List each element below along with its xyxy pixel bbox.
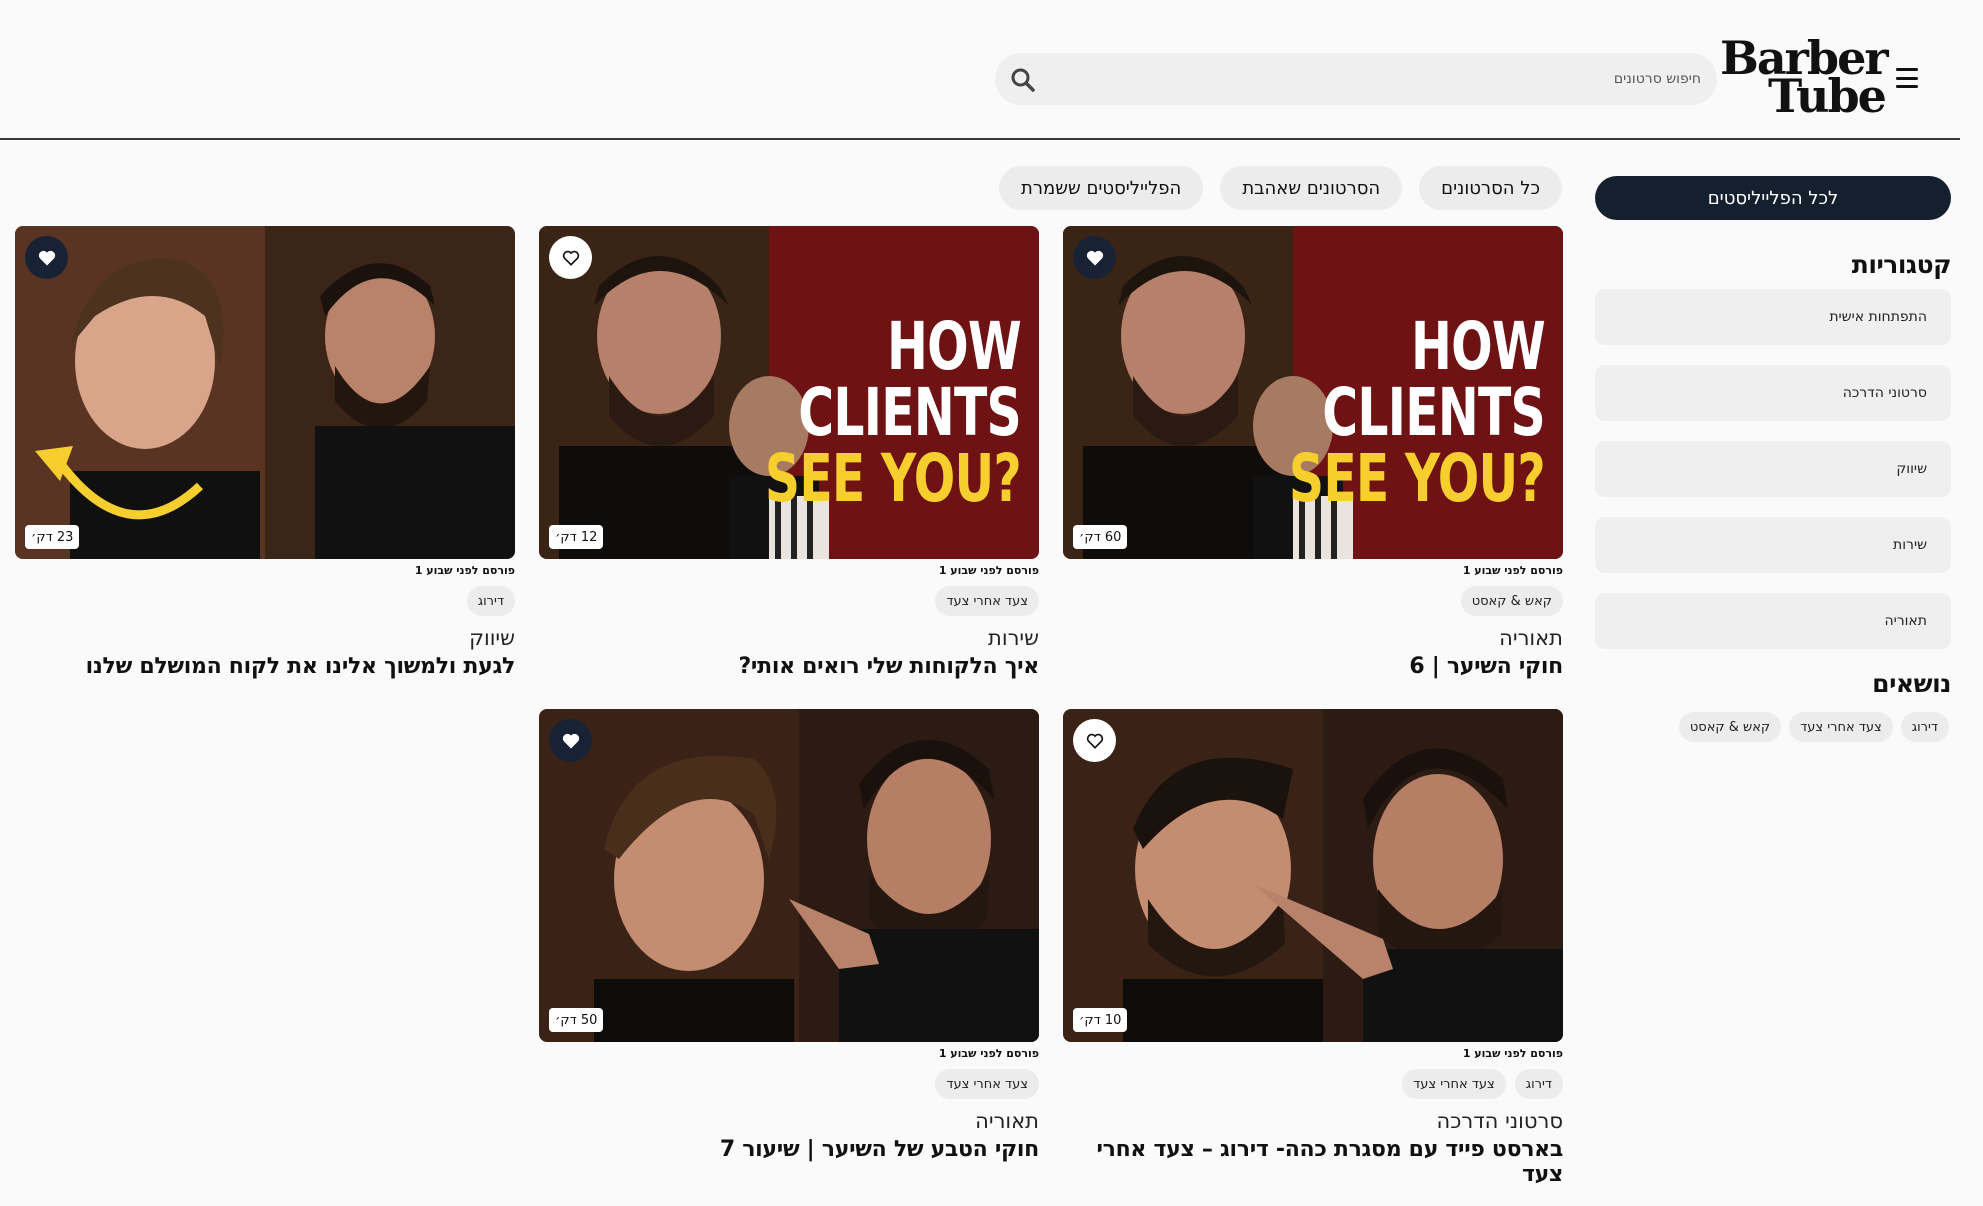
video-category: תאוריה [1499, 626, 1563, 650]
topic-tags: דירוג צעד אחרי צעד קאש & קאסט [1595, 712, 1951, 742]
video-tag[interactable]: דירוג [1514, 1069, 1563, 1099]
video-title[interactable]: לגעת ולמשוך אלינו את לקוח המושלם שלנו [15, 654, 516, 679]
video-card[interactable]: 23 דק׳ פורסם לפני שבוע 1 דירוג שיווק לגע… [15, 226, 515, 679]
category-service[interactable]: שירות [1595, 517, 1951, 573]
video-tag[interactable]: צעד אחרי צעד [935, 1069, 1039, 1099]
video-title[interactable]: בארסט פייד עם מסגרת כהה- דירוג – צעד אחר… [1063, 1137, 1563, 1187]
category-theory[interactable]: תאוריה [1595, 593, 1951, 649]
thumbnail-headline-line-1: HOW CLIENTS [798, 308, 1021, 451]
card-tags: קאש & קאסט [1063, 586, 1563, 616]
category-tutorials[interactable]: סרטוני הדרכה [1595, 365, 1951, 421]
video-card[interactable]: 10 דק׳ פורסם לפני שבוע 1 דירוג צעד אחרי … [1063, 709, 1563, 1187]
video-category: שיווק [469, 626, 515, 650]
thumbnail-headline-line-2: SEE YOU? [764, 440, 1022, 517]
favorite-button[interactable] [1073, 236, 1116, 279]
video-thumbnail[interactable]: 50 דק׳ [539, 709, 1039, 1042]
sidebar: לכל הפלייליסטים קטגוריות התפתחות אישית ס… [1595, 176, 1952, 742]
video-thumbnail[interactable]: HOW CLIENTS SEE YOU? 60 דק׳ [1063, 226, 1563, 559]
video-category: תאוריה [975, 1109, 1039, 1133]
categories-heading: קטגוריות [1851, 250, 1952, 279]
video-tag[interactable]: צעד אחרי צעד [935, 586, 1039, 616]
favorite-button[interactable] [549, 719, 592, 762]
thumbnail-image [15, 226, 515, 559]
card-tags: צעד אחרי צעד [539, 586, 1039, 616]
all-playlists-button[interactable]: לכל הפלייליסטים [1595, 176, 1951, 220]
video-title[interactable]: חוקי השיער | 6 [1063, 654, 1563, 679]
favorite-button[interactable] [1073, 719, 1116, 762]
thumbnail-headline: HOW CLIENTS SEE YOU? [664, 308, 1022, 517]
heart-filled-icon [38, 250, 55, 265]
topic-tag-cash-cast[interactable]: קאש & קאסט [1678, 712, 1782, 742]
published-date: פורסם לפני שבוע 1 [1462, 1047, 1563, 1060]
tab-all-videos[interactable]: כל הסרטונים [1419, 166, 1562, 210]
thumbnail-image [1063, 709, 1563, 1042]
page: Barber Tube לכל הפלייליסטים קטגוריות התפ… [0, 0, 1983, 1206]
duration-badge: 50 דק׳ [549, 1008, 604, 1032]
video-card[interactable]: 50 דק׳ פורסם לפני שבוע 1 צעד אחרי צעד תא… [539, 709, 1039, 1162]
published-date: פורסם לפני שבוע 1 [938, 1047, 1039, 1060]
heart-filled-icon [562, 733, 579, 748]
heart-outline-icon [562, 250, 579, 266]
heart-filled-icon [1086, 250, 1103, 265]
heart-outline-icon [1086, 733, 1103, 749]
topic-tag-grading[interactable]: דירוג [1900, 712, 1949, 742]
video-thumbnail[interactable]: 23 דק׳ [15, 226, 515, 559]
video-tag[interactable]: דירוג [466, 586, 515, 616]
header: Barber Tube [0, 0, 1960, 140]
search-bar [995, 53, 1717, 105]
video-category: שירות [988, 626, 1039, 650]
logo[interactable]: Barber Tube [1720, 35, 1889, 118]
topics-heading: נושאים [1872, 669, 1951, 698]
video-card[interactable]: HOW CLIENTS SEE YOU? 12 דק׳ פורסם לפני ש… [539, 226, 1039, 679]
video-card[interactable]: HOW CLIENTS SEE YOU? 60 דק׳ פורסם לפני ש… [1063, 226, 1563, 679]
card-tags: דירוג צעד אחרי צעד [1063, 1069, 1563, 1099]
video-category: סרטוני הדרכה [1436, 1109, 1563, 1133]
thumbnail-image [539, 709, 1039, 1042]
search-input[interactable] [1101, 53, 1701, 105]
tab-saved-playlists[interactable]: הפלייליסטים ששמרת [999, 166, 1204, 210]
video-title[interactable]: איך הלקוחות שלי רואים אותי? [539, 654, 1039, 679]
thumbnail-headline: HOW CLIENTS SEE YOU? [1188, 308, 1546, 517]
published-date: פורסם לפני שבוע 1 [938, 564, 1039, 577]
topic-tag-step-by-step[interactable]: צעד אחרי צעד [1789, 712, 1893, 742]
favorite-button[interactable] [25, 236, 68, 279]
thumbnail-headline-line-1: HOW CLIENTS [1322, 308, 1545, 451]
video-thumbnail[interactable]: 10 דק׳ [1063, 709, 1563, 1042]
video-tag[interactable]: קאש & קאסט [1460, 586, 1563, 616]
favorite-button[interactable] [549, 236, 592, 279]
duration-badge: 12 דק׳ [549, 525, 604, 549]
duration-badge: 10 דק׳ [1073, 1008, 1128, 1032]
video-tag[interactable]: צעד אחרי צעד [1402, 1069, 1506, 1099]
hamburger-menu-icon[interactable] [1896, 68, 1918, 88]
video-title[interactable]: חוקי הטבע של השיער | שיעור 7 [539, 1137, 1039, 1162]
card-tags: צעד אחרי צעד [539, 1069, 1039, 1099]
tab-liked-videos[interactable]: הסרטונים שאהבת [1220, 166, 1403, 210]
video-thumbnail[interactable]: HOW CLIENTS SEE YOU? 12 דק׳ [539, 226, 1039, 559]
filter-tabs: כל הסרטונים הסרטונים שאהבת הפלייליסטים ש… [999, 166, 1562, 210]
search-icon[interactable] [1009, 66, 1037, 94]
duration-badge: 60 דק׳ [1073, 525, 1128, 549]
published-date: פורסם לפני שבוע 1 [414, 564, 515, 577]
duration-badge: 23 דק׳ [25, 525, 80, 549]
categories-list: התפתחות אישית סרטוני הדרכה שיווק שירות ת… [1595, 289, 1951, 649]
thumbnail-headline-line-2: SEE YOU? [1288, 440, 1546, 517]
category-personal-development[interactable]: התפתחות אישית [1595, 289, 1951, 345]
card-tags: דירוג [15, 586, 515, 616]
category-marketing[interactable]: שיווק [1595, 441, 1951, 497]
published-date: פורסם לפני שבוע 1 [1462, 564, 1563, 577]
